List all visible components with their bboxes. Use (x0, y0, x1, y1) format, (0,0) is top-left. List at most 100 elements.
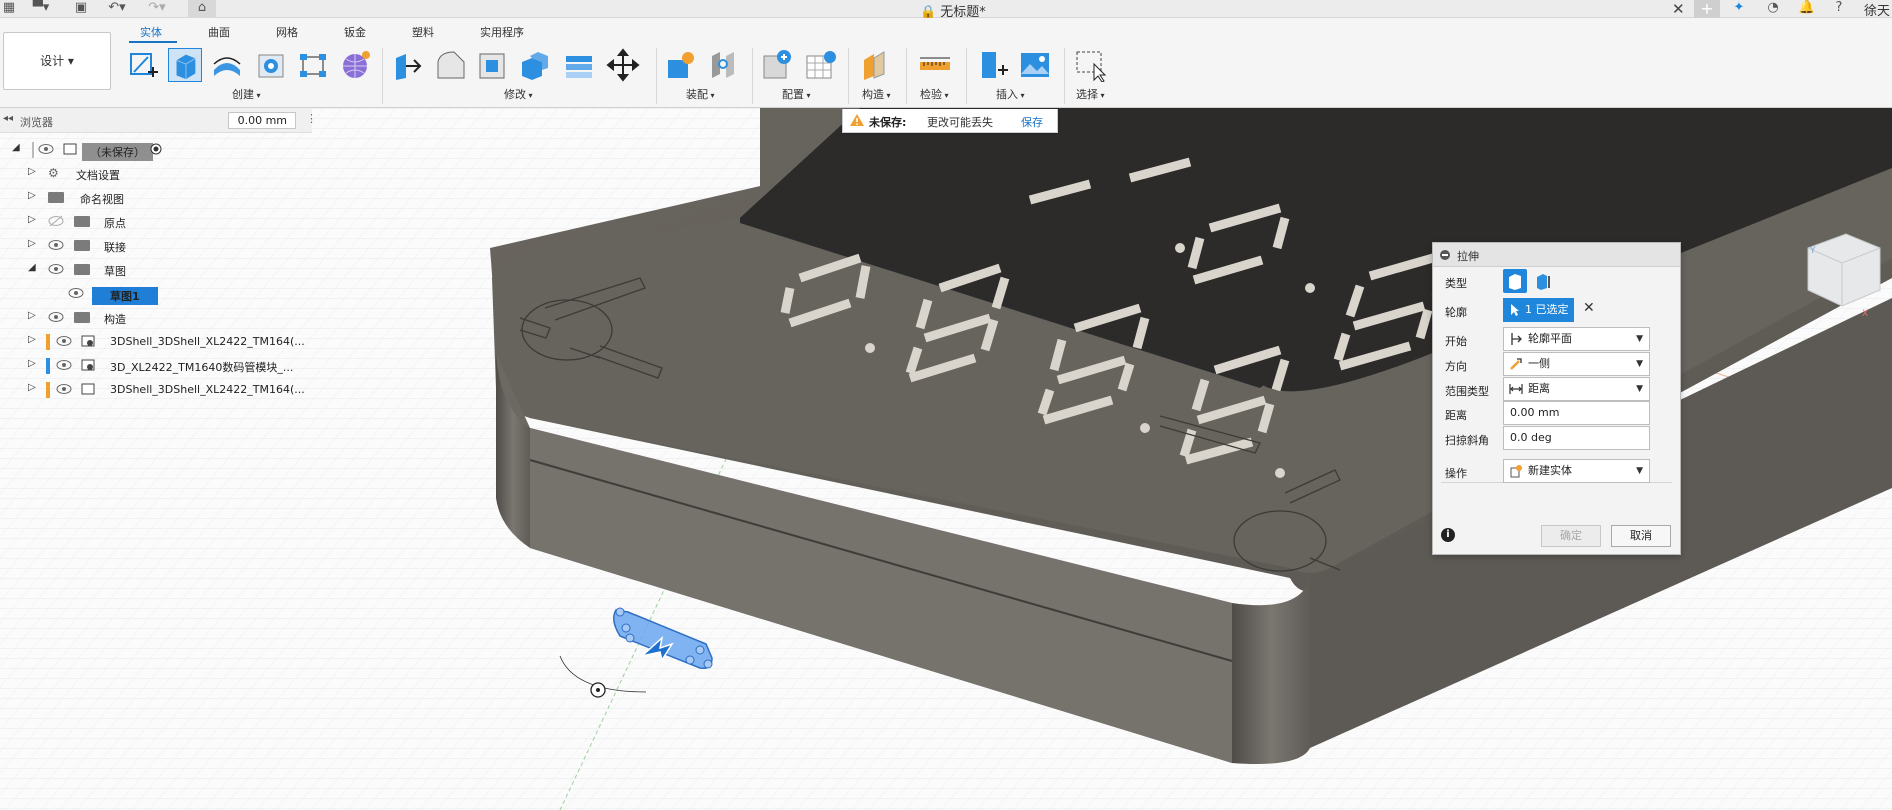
visibility-eye-icon[interactable] (38, 143, 54, 155)
insert-group-label[interactable]: 插入 (996, 86, 1025, 102)
minimize-icon[interactable] (1440, 250, 1450, 260)
configure-icon[interactable] (760, 48, 794, 82)
tab-sheet-metal[interactable]: 钣金 (344, 24, 366, 40)
tree-item-sketches[interactable]: ◢ 草图 (0, 259, 300, 281)
tab-solid[interactable]: 实体 (140, 24, 162, 40)
tree-item-component-2[interactable]: ▷ 3D_XL2422_TM1640数码管模块_... (0, 355, 300, 377)
tree-item-joints[interactable]: ▷ 联接 (0, 235, 300, 257)
expand-triangle-icon[interactable]: ▷ (28, 382, 36, 393)
visibility-eye-icon[interactable] (56, 359, 72, 371)
collapse-triangle-icon[interactable]: ◢ (12, 142, 20, 153)
configuration-table-icon[interactable] (804, 48, 838, 82)
create-group-label[interactable]: 创建 (232, 86, 261, 102)
press-pull-icon[interactable] (390, 48, 424, 82)
visibility-eye-icon[interactable] (48, 239, 64, 251)
info-icon[interactable]: i (1441, 528, 1455, 542)
dialog-header[interactable]: 拉伸 (1433, 243, 1680, 267)
hidden-eye-icon[interactable] (48, 215, 64, 227)
pattern-icon[interactable] (296, 48, 330, 82)
inspect-group-label[interactable]: 检验 (920, 86, 949, 102)
configure-group-label[interactable]: 配置 (782, 86, 811, 102)
cancel-button[interactable]: 取消 (1611, 525, 1671, 547)
tree-item-named-views[interactable]: ▷ 命名视图 (0, 187, 300, 209)
expand-triangle-icon[interactable]: ▷ (28, 214, 36, 225)
collapse-panel-icon[interactable]: ◂◂ (3, 113, 13, 124)
direction-select[interactable]: 一侧 ▼ (1503, 352, 1650, 376)
tree-item-document-settings[interactable]: ▷ ⚙ 文档设置 (0, 163, 300, 185)
new-component-icon[interactable] (664, 48, 698, 82)
expand-triangle-icon[interactable]: ▷ (28, 334, 36, 345)
workspace-switcher[interactable]: 设计 ▾ (3, 32, 111, 90)
active-radio-icon[interactable] (148, 143, 164, 155)
expand-triangle-icon[interactable]: ▷ (28, 358, 36, 369)
tree-root[interactable]: ◢ （未保存） (0, 139, 300, 161)
align-icon[interactable] (562, 48, 596, 82)
insert-derive-icon[interactable] (976, 48, 1010, 82)
tree-item-component-3[interactable]: ▷ 3DShell_3DShell_XL2422_TM164(... (0, 379, 305, 401)
expand-triangle-icon[interactable]: ▷ (28, 238, 36, 249)
extent-type-select[interactable]: 距离 ▼ (1503, 377, 1650, 401)
app-grid-icon[interactable]: ▦ (2, 0, 16, 18)
solid-extrude-icon[interactable] (1503, 269, 1527, 293)
expand-triangle-icon[interactable]: ▷ (28, 310, 36, 321)
form-icon[interactable] (338, 48, 372, 82)
undo-icon[interactable]: ↶▾ (106, 0, 128, 18)
home-icon[interactable]: ⌂ (188, 0, 216, 18)
more-options-icon[interactable]: ⋮ (306, 112, 317, 125)
operation-select[interactable]: 新建实体 ▼ (1503, 459, 1650, 483)
save-icon[interactable]: ▣ (74, 0, 88, 18)
expand-triangle-icon[interactable]: ▷ (28, 190, 36, 201)
distance-input[interactable]: 0.00 mm (1503, 401, 1650, 425)
tree-item-sketch1[interactable]: 草图1 (0, 283, 300, 305)
combine-icon[interactable] (518, 48, 552, 82)
job-status-icon[interactable]: ◔ (1764, 0, 1782, 18)
collapse-triangle-icon[interactable]: ◢ (28, 262, 36, 273)
visibility-eye-icon[interactable] (56, 383, 72, 395)
file-menu-icon[interactable]: ▀▾ (30, 0, 52, 18)
hole-icon[interactable] (254, 48, 288, 82)
close-tab-icon[interactable]: ✕ (1672, 0, 1685, 18)
ok-button[interactable]: 确定 (1541, 525, 1601, 547)
fillet-icon[interactable] (434, 48, 468, 82)
construct-group-label[interactable]: 构造 (862, 86, 891, 102)
tree-item-origin[interactable]: ▷ 原点 (0, 211, 300, 233)
canvas-image-icon[interactable] (1018, 48, 1052, 82)
help-icon[interactable]: ? (1830, 0, 1848, 18)
tree-item-construction[interactable]: ▷ 构造 (0, 307, 300, 329)
visibility-eye-icon[interactable] (48, 311, 64, 323)
notification-bell-icon[interactable]: 🔔 (1798, 0, 1816, 18)
user-account[interactable]: 徐天 (1864, 0, 1890, 19)
tab-surface[interactable]: 曲面 (208, 24, 230, 40)
app-window: Y X ▦ ▀▾ ▣ ↶▾ ↷▾ ⌂ 🔒 无标题* ✕ + ✦ ◔ 🔔 ? 徐天 … (0, 0, 1892, 810)
move-icon[interactable] (606, 48, 640, 82)
shell-icon[interactable] (476, 48, 510, 82)
visibility-eye-icon[interactable] (56, 335, 72, 347)
joint-icon[interactable] (706, 48, 740, 82)
extension-icon[interactable]: ✦ (1730, 0, 1748, 18)
expand-triangle-icon[interactable]: ▷ (28, 166, 36, 177)
tab-plastic[interactable]: 塑料 (412, 24, 434, 40)
redo-icon[interactable]: ↷▾ (146, 0, 168, 18)
select-box-icon[interactable] (1074, 48, 1108, 82)
taper-angle-input[interactable]: 0.0 deg (1503, 426, 1650, 450)
modify-group-label[interactable]: 修改 (504, 86, 533, 102)
visibility-eye-icon[interactable] (68, 287, 84, 299)
assemble-group-label[interactable]: 装配 (686, 86, 715, 102)
measure-value-field[interactable]: 0.00 mm (228, 112, 296, 129)
measure-icon[interactable] (918, 48, 952, 82)
tab-utilities[interactable]: 实用程序 (480, 24, 524, 40)
tab-mesh[interactable]: 网格 (276, 24, 298, 40)
start-select[interactable]: 轮廓平面 ▼ (1503, 327, 1650, 351)
thin-extrude-icon[interactable] (1531, 269, 1555, 293)
offset-plane-icon[interactable] (858, 48, 892, 82)
tree-item-component-1[interactable]: ▷ 3DShell_3DShell_XL2422_TM164(... (0, 331, 305, 353)
select-group-label[interactable]: 选择 (1076, 86, 1105, 102)
save-link[interactable]: 保存 (1021, 114, 1043, 130)
clear-selection-icon[interactable]: ✕ (1583, 300, 1595, 316)
profile-selection-button[interactable]: 1 已选定 (1503, 298, 1574, 322)
extrude-icon[interactable] (168, 48, 202, 82)
visibility-eye-icon[interactable] (48, 263, 64, 275)
revolve-icon[interactable] (210, 48, 244, 82)
new-tab-button[interactable]: + (1694, 0, 1720, 18)
create-sketch-icon[interactable] (126, 48, 160, 82)
